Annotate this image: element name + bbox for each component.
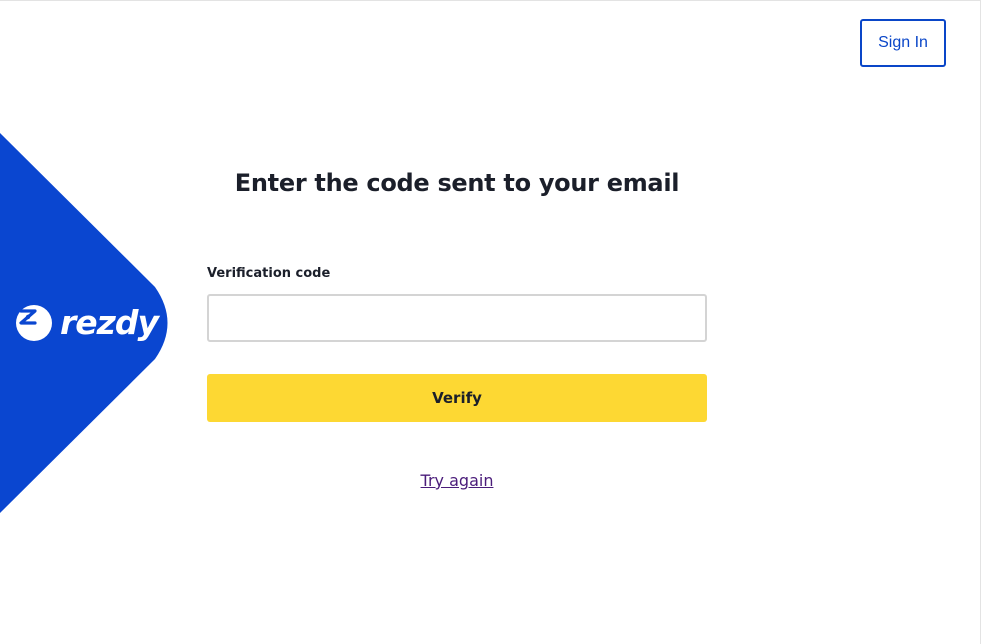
page-title: Enter the code sent to your email (234, 169, 680, 197)
try-again-container: Try again (207, 471, 707, 490)
sign-in-button[interactable]: Sign In (860, 19, 946, 67)
verify-button[interactable]: Verify (207, 374, 707, 422)
rezdy-logo: rezdy (16, 303, 159, 342)
try-again-link[interactable]: Try again (421, 471, 494, 490)
rezdy-wordmark: rezdy (60, 303, 159, 342)
verification-page: rezdy Sign In Enter the code sent to you… (0, 0, 981, 644)
verification-code-input[interactable] (207, 294, 707, 342)
brand-panel: rezdy (0, 1, 180, 644)
rezdy-logo-icon (16, 305, 52, 341)
verification-code-label: Verification code (207, 266, 331, 281)
